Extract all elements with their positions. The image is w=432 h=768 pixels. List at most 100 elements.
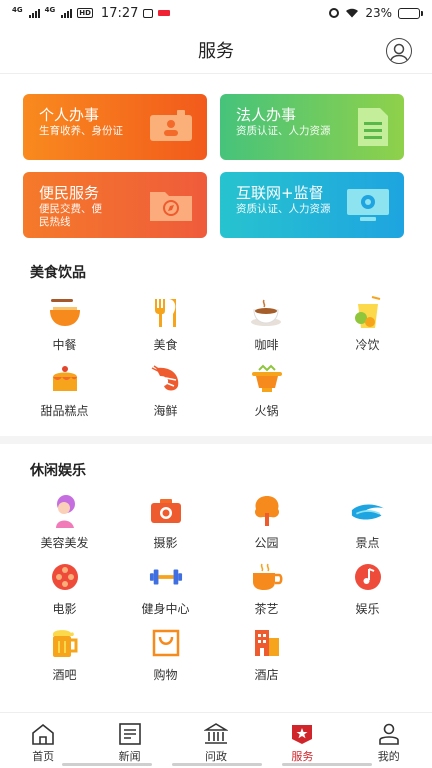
page-title: 服务 (198, 40, 234, 62)
card-legal-affairs[interactable]: 法人办事 资质认证、人力资源 (220, 94, 404, 160)
news-icon (118, 723, 141, 745)
battery-icon (398, 7, 423, 19)
grid-item-desserts[interactable]: 甜品糕点 (14, 362, 115, 428)
nav-label: 新闻 (118, 750, 141, 763)
grid-item-label: 中餐 (52, 338, 77, 352)
grid-item-label: 咖啡 (254, 338, 279, 352)
section-title-leisure: 休闲娱乐 (30, 463, 86, 479)
nav-news[interactable]: 新闻 (86, 713, 172, 768)
coffee-cup-icon (250, 296, 284, 330)
home-icon (32, 723, 54, 745)
grid-item-label: 美容美发 (40, 536, 89, 550)
beauty-icon (48, 494, 82, 528)
nav-service[interactable]: 服务 (259, 713, 345, 768)
tea-cup-icon (250, 560, 284, 594)
status-time: 17:27 (100, 5, 139, 21)
network-type-2: 4G (44, 6, 56, 14)
grid-item-bar[interactable]: 酒吧 (14, 626, 115, 692)
section-title-food: 美食饮品 (30, 265, 86, 281)
app-header: 服务 (0, 26, 432, 74)
signal-icon (28, 8, 40, 18)
grid-item-chinese-food[interactable]: 中餐 (14, 296, 115, 362)
nav-profile[interactable]: 我的 (346, 713, 432, 768)
card-convenience-services[interactable]: 便民服务 便民交费、便民热线 (23, 172, 207, 238)
camera-icon (149, 494, 183, 528)
dumbbell-icon (149, 560, 183, 594)
signal-icon-2 (61, 8, 73, 18)
profile-icon (378, 723, 399, 745)
grid-item-label: 娱乐 (355, 602, 380, 616)
grid-item-label: 茶艺 (254, 602, 279, 616)
scenic-wave-icon (351, 494, 385, 528)
grid-item-label: 酒店 (254, 668, 279, 682)
grid-item-label: 冷饮 (355, 338, 380, 352)
tree-icon (250, 494, 284, 528)
food-grid: 中餐 美食 咖啡 冷饮 甜品糕点 海鲜 火锅 (14, 296, 418, 428)
grid-item-label: 美食 (153, 338, 178, 352)
hd-badge: HD (77, 8, 93, 18)
grid-item-photography[interactable]: 摄影 (115, 494, 216, 560)
grid-item-label: 购物 (153, 668, 178, 682)
grid-item-label: 摄影 (153, 536, 178, 550)
fork-knife-icon (149, 296, 183, 330)
music-note-icon (351, 560, 385, 594)
grid-item-label: 火锅 (254, 404, 279, 418)
nav-label: 问政 (204, 750, 227, 763)
nav-politics[interactable]: 问政 (173, 713, 259, 768)
film-reel-icon (48, 560, 82, 594)
grid-item-label: 甜品糕点 (40, 404, 89, 418)
service-star-icon (292, 725, 313, 744)
grid-item-beauty[interactable]: 美容美发 (14, 494, 115, 560)
cold-drink-icon (351, 296, 385, 330)
grid-item-label: 公园 (254, 536, 279, 550)
card-personal-affairs[interactable]: 个人办事 生育收养、身份证 (23, 94, 207, 160)
grid-item-movie[interactable]: 电影 (14, 560, 115, 626)
grid-item-park[interactable]: 公园 (216, 494, 317, 560)
grid-item-label: 海鲜 (153, 404, 178, 418)
nav-label: 首页 (32, 750, 55, 763)
document-icon (358, 108, 388, 146)
card-subtitle: 生育收养、身份证 (39, 125, 123, 137)
user-avatar-icon[interactable] (386, 38, 412, 64)
grid-item-hotel[interactable]: 酒店 (216, 626, 317, 692)
nav-label: 我的 (377, 750, 400, 763)
leisure-grid: 美容美发 摄影 公园 景点 电影 健身中心 茶艺 娱乐 酒吧 购物 酒店 (14, 494, 418, 692)
grid-item-hotpot[interactable]: 火锅 (216, 362, 317, 428)
hotpot-icon (250, 362, 284, 396)
cake-icon (48, 362, 82, 396)
grid-item-scenic-spot[interactable]: 景点 (317, 494, 418, 560)
grid-item-label: 景点 (355, 536, 380, 550)
wifi-icon (346, 8, 359, 18)
folder-compass-icon (150, 192, 192, 221)
grid-item-cuisine[interactable]: 美食 (115, 296, 216, 362)
section-divider (0, 436, 432, 444)
shrimp-icon (149, 362, 183, 396)
grid-item-coffee[interactable]: 咖啡 (216, 296, 317, 362)
alarm-icon (329, 8, 340, 18)
gesture-bar-left (62, 763, 152, 766)
bottom-nav: 首页 新闻 问政 服务 我的 (0, 712, 432, 768)
notification-app-icon (158, 10, 171, 16)
grid-item-cold-drink[interactable]: 冷饮 (317, 296, 418, 362)
grid-item-label: 电影 (52, 602, 77, 616)
monitor-icon (347, 189, 389, 221)
battery-percent: 23% (365, 6, 392, 20)
shopping-bag-icon (149, 626, 183, 660)
grid-item-shopping[interactable]: 购物 (115, 626, 216, 692)
service-cards: 个人办事 生育收养、身份证 法人办事 资质认证、人力资源 便民服务 便民交费、便… (23, 94, 404, 238)
hotel-building-icon (250, 626, 284, 660)
grid-item-entertainment[interactable]: 娱乐 (317, 560, 418, 626)
nav-home[interactable]: 首页 (0, 713, 86, 768)
card-subtitle: 便民交费、便民热线 (39, 203, 102, 228)
card-subtitle: 资质认证、人力资源 (236, 125, 331, 137)
grid-item-fitness[interactable]: 健身中心 (115, 560, 216, 626)
noodle-bowl-icon (48, 296, 82, 330)
government-building-icon (203, 723, 228, 744)
gesture-bar-center (172, 763, 262, 766)
status-bar: 4G 4G HD 17:27 23% (0, 0, 432, 26)
grid-item-tea-art[interactable]: 茶艺 (216, 560, 317, 626)
grid-item-seafood[interactable]: 海鲜 (115, 362, 216, 428)
beer-icon (48, 626, 82, 660)
card-internet-supervision[interactable]: 互联网+监督 资质认证、人力资源 (220, 172, 404, 238)
id-card-icon (150, 110, 192, 141)
